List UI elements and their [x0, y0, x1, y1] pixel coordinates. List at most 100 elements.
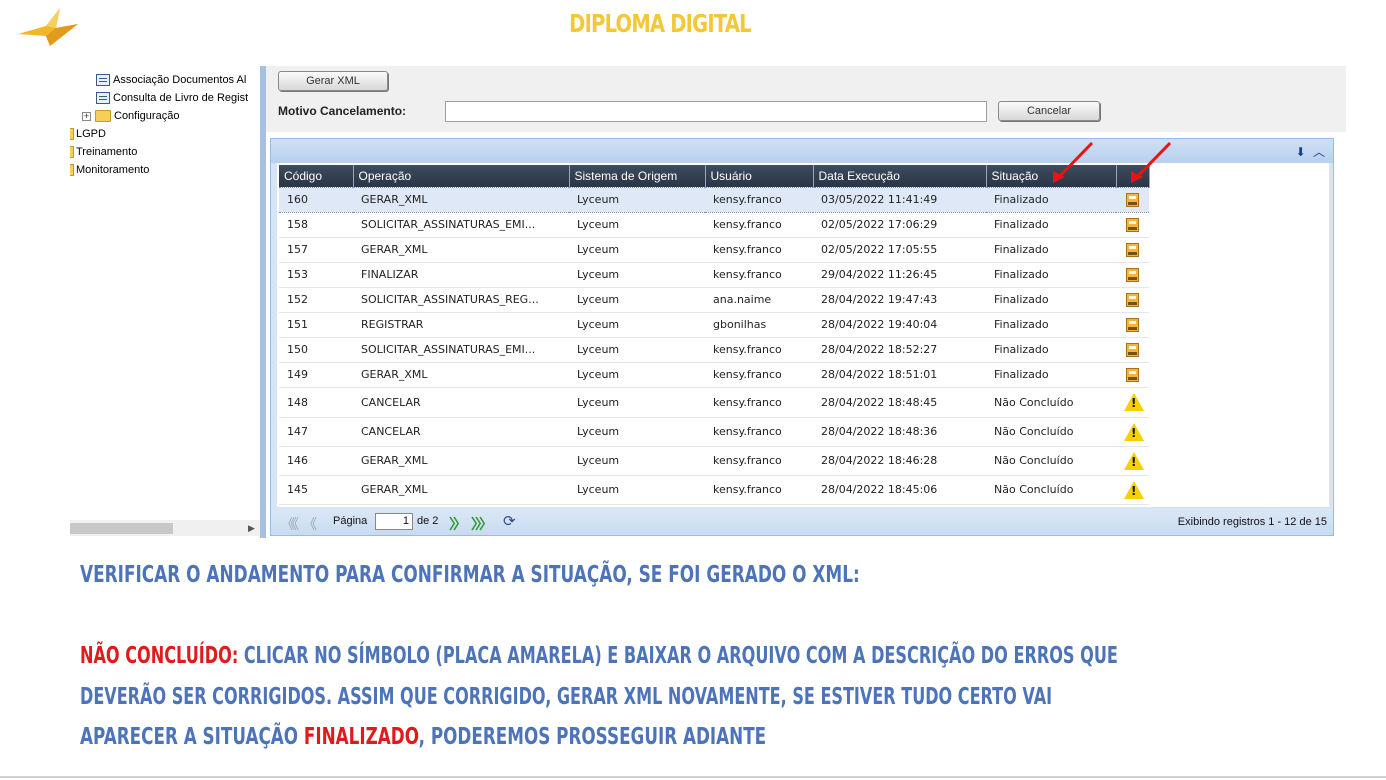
warning-icon[interactable] [1124, 480, 1144, 499]
cell-situacao: Não Concluído [986, 475, 1116, 505]
navigation-tree: Associação Documentos Al Consulta de Liv… [70, 66, 260, 538]
warning-icon[interactable] [1124, 393, 1144, 411]
table-row[interactable]: 147 CANCELAR Lyceum kensy.franco 28/04/2022 … [279, 417, 1149, 447]
caption-line-1: VERIFICAR O ANDAMENTO PARA CONFIRMAR A S… [80, 562, 860, 588]
page-label: Página [333, 515, 368, 527]
folder-icon [70, 164, 74, 176]
app-screenshot: Associação Documentos Al Consulta de Liv… [70, 66, 1346, 538]
cell-codigo: 148 [279, 387, 353, 418]
table-row[interactable]: 153 FINALIZAR Lyceum kensy.franco 29/04/2022… [279, 262, 1149, 288]
tree-item-consulta-livro[interactable]: Consulta de Livro de Regist [96, 89, 248, 107]
table-row[interactable]: 158 SOLICITAR_ASSINATURAS_EMI... Lyceum ken… [279, 212, 1149, 238]
tree-item-associacao[interactable]: Associação Documentos Al [96, 71, 246, 89]
caption-line-2: NÃO CONCLUÍDO: CLICAR NO SÍMBOLO (PLACA … [80, 643, 1118, 669]
table-row[interactable]: 157 GERAR_XML Lyceum kensy.franco 02/05/2022… [279, 237, 1149, 263]
cell-usuario: gbonilhas [705, 312, 813, 338]
table-row[interactable]: 145 GERAR_XML Lyceum kensy.franco 28/04/2022… [279, 475, 1149, 505]
refresh-icon[interactable]: ⟳ [503, 512, 516, 530]
cell-data: 28/04/2022 19:40:04 [813, 312, 986, 338]
cell-operacao: FINALIZAR [353, 262, 569, 288]
cell-situacao: Finalizado [986, 262, 1116, 288]
next-page-icon[interactable]: 〉〉 [449, 514, 467, 534]
cell-operacao: GERAR_XML [353, 475, 569, 505]
cell-usuario: ana.naime [705, 287, 813, 313]
cell-situacao: Não Concluído [986, 446, 1116, 476]
save-file-icon[interactable] [1126, 342, 1139, 357]
cell-action [1116, 417, 1149, 447]
slide-title: DIPLOMA DIGITAL [569, 9, 751, 38]
cell-situacao: Finalizado [986, 312, 1116, 338]
operations-table: Código Operação Sistema de Origem Usuári… [279, 165, 1150, 505]
cell-usuario: kensy.franco [705, 212, 813, 238]
save-file-icon[interactable] [1126, 217, 1139, 232]
motivo-cancelamento-input[interactable] [445, 101, 987, 122]
expand-plus-icon[interactable]: + [82, 111, 91, 121]
table-row[interactable]: 149 GERAR_XML Lyceum kensy.franco 28/04/2022… [279, 362, 1149, 388]
cell-situacao: Finalizado [986, 212, 1116, 238]
cell-action [1116, 475, 1149, 505]
scroll-right-arrow-icon[interactable]: ▶ [248, 523, 255, 534]
table-row[interactable]: 152 SOLICITAR_ASSINATURAS_REG... Lyceum ana… [279, 287, 1149, 313]
first-page-icon[interactable]: 《《 [281, 514, 299, 534]
warning-icon[interactable] [1124, 422, 1144, 441]
save-file-icon[interactable] [1126, 267, 1139, 282]
cell-codigo: 146 [279, 446, 353, 476]
cell-codigo: 149 [279, 362, 353, 388]
cell-operacao: SOLICITAR_ASSINATURAS_REG... [353, 287, 569, 313]
cell-operacao: GERAR_XML [353, 237, 569, 263]
cell-data: 28/04/2022 19:47:43 [813, 287, 986, 313]
tree-item-configuracao[interactable]: + Configuração [82, 107, 179, 125]
cell-data: 02/05/2022 17:05:55 [813, 237, 986, 263]
cell-situacao: Finalizado [986, 237, 1116, 263]
warning-icon[interactable] [1124, 451, 1144, 470]
slide-bottom-divider [0, 776, 1386, 778]
tree-item-lgpd[interactable]: LGPD [70, 125, 106, 143]
cell-operacao: REGISTRAR [353, 312, 569, 338]
cell-sistema: Lyceum [569, 417, 705, 447]
folder-icon [95, 110, 111, 122]
cell-operacao: CANCELAR [353, 387, 569, 418]
cell-action [1116, 287, 1149, 313]
folder-icon [70, 128, 74, 140]
cell-action [1116, 312, 1149, 338]
tree-item-treinamento[interactable]: Treinamento [70, 143, 137, 161]
cell-action [1116, 387, 1149, 418]
caption-line-3: DEVERÃO SER CORRIGIDOS. ASSIM QUE CORRIG… [80, 684, 1053, 710]
cell-codigo: 152 [279, 287, 353, 313]
scrollbar-thumb[interactable] [70, 523, 173, 534]
horizontal-scrollbar[interactable]: ▶ [70, 520, 260, 536]
cancelar-button[interactable]: Cancelar [998, 101, 1100, 121]
panel-splitter[interactable] [260, 66, 266, 538]
table-row[interactable]: 151 REGISTRAR Lyceum gbonilhas 28/04/2022 19… [279, 312, 1149, 338]
cell-usuario: kensy.franco [705, 417, 813, 447]
save-file-icon[interactable] [1126, 317, 1139, 332]
cell-codigo: 151 [279, 312, 353, 338]
cell-action [1116, 237, 1149, 263]
cell-action [1116, 362, 1149, 388]
table-row[interactable]: 150 SOLICITAR_ASSINATURAS_EMI... Lyceum ken… [279, 337, 1149, 363]
cell-operacao: GERAR_XML [353, 446, 569, 476]
grid-body: Código Operação Sistema de Origem Usuári… [277, 141, 1329, 507]
cell-operacao: SOLICITAR_ASSINATURAS_EMI... [353, 337, 569, 363]
cell-sistema: Lyceum [569, 212, 705, 238]
table-row[interactable]: 146 GERAR_XML Lyceum kensy.franco 28/04/2022… [279, 446, 1149, 476]
previous-page-icon[interactable]: 《 [303, 514, 317, 534]
table-row[interactable]: 148 CANCELAR Lyceum kensy.franco 28/04/2022 … [279, 387, 1149, 418]
last-page-icon[interactable]: 〉〉〉 [471, 514, 493, 534]
page-total-label: de 2 [417, 515, 439, 527]
save-file-icon[interactable] [1126, 242, 1139, 257]
cell-sistema: Lyceum [569, 312, 705, 338]
cell-situacao: Finalizado [986, 362, 1116, 388]
cell-data: 28/04/2022 18:45:06 [813, 475, 986, 505]
gerar-xml-button[interactable]: Gerar XML [278, 71, 388, 91]
save-file-icon[interactable] [1126, 292, 1139, 307]
cell-sistema: Lyceum [569, 387, 705, 418]
cell-situacao: Finalizado [986, 337, 1116, 363]
tree-item-monitoramento[interactable]: Monitoramento [70, 161, 149, 179]
save-file-icon[interactable] [1126, 367, 1139, 382]
cell-codigo: 145 [279, 475, 353, 505]
cell-sistema: Lyceum [569, 287, 705, 313]
page-number-input[interactable]: 1 [375, 513, 413, 530]
cell-action [1116, 212, 1149, 238]
cell-sistema: Lyceum [569, 237, 705, 263]
